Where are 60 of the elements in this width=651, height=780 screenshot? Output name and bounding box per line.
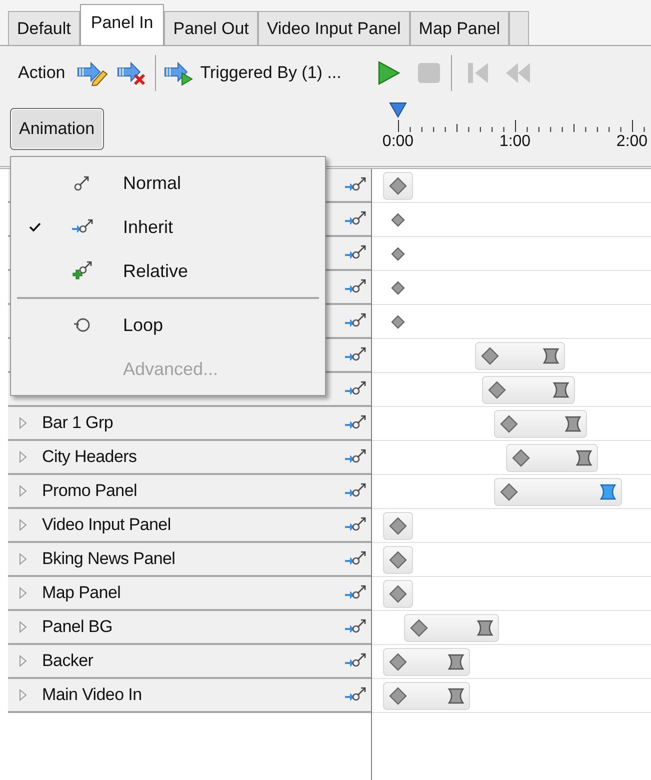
keyframe-bar[interactable]: [383, 172, 413, 200]
keyframe-icon[interactable]: [480, 347, 499, 365]
keyframe-bar[interactable]: [383, 512, 413, 540]
keyframe-icon[interactable]: [410, 619, 428, 637]
keyframe-bar[interactable]: [494, 410, 587, 438]
keyframe-icon[interactable]: [391, 281, 405, 295]
keyframe-bar[interactable]: [383, 682, 470, 710]
keyframe-icon[interactable]: [488, 381, 506, 399]
trigger-button[interactable]: Triggered By (1) ...: [164, 60, 342, 86]
tab[interactable]: Panel In: [80, 4, 164, 45]
keyframe-bar[interactable]: [474, 342, 566, 370]
hourglass-icon[interactable]: [575, 450, 594, 466]
keyframe-icon[interactable]: [391, 247, 405, 261]
keyframe-icon[interactable]: [389, 687, 407, 705]
hourglass-icon[interactable]: [598, 484, 617, 500]
plus-mode-icon: [72, 261, 94, 281]
keyframe-icon[interactable]: [512, 449, 530, 467]
keyframe-bar[interactable]: [482, 376, 575, 404]
tab[interactable]: Video Input Panel: [258, 11, 410, 45]
keyframe-icon[interactable]: [389, 585, 407, 603]
keyframe-bar[interactable]: [494, 478, 622, 506]
layer-name[interactable]: Bar 1 Grp: [42, 410, 113, 436]
keyframe-bar[interactable]: [383, 580, 413, 608]
hourglass-icon[interactable]: [446, 688, 465, 704]
keyframe-bar[interactable]: [383, 546, 413, 574]
keyframe-icon[interactable]: [389, 517, 407, 535]
hourglass-icon[interactable]: [552, 382, 570, 398]
animation-button[interactable]: Animation: [10, 108, 104, 150]
menu-item[interactable]: Inherit: [11, 205, 325, 249]
tab[interactable]: Map Panel: [410, 11, 510, 45]
keyframe-icon[interactable]: [389, 653, 407, 671]
keyframe-icon[interactable]: [500, 483, 518, 501]
time-label: 1:00: [498, 132, 532, 152]
delete-action-icon[interactable]: [117, 60, 148, 86]
edit-action-icon[interactable]: [77, 60, 110, 86]
hourglass-icon[interactable]: [476, 620, 494, 636]
keyframe-icon[interactable]: [389, 551, 407, 569]
hourglass-icon[interactable]: [564, 416, 582, 432]
playhead-icon[interactable]: [389, 102, 407, 118]
check-icon: [29, 222, 41, 232]
menu-item[interactable]: Loop: [11, 303, 325, 347]
layer-name[interactable]: Map Panel: [42, 580, 121, 606]
keyframe-bar[interactable]: [506, 444, 598, 472]
layer-name[interactable]: Panel BG: [42, 614, 112, 640]
menu-item[interactable]: Normal: [11, 161, 325, 205]
keyframe-bar[interactable]: [383, 648, 470, 676]
tab[interactable]: Default: [8, 11, 80, 45]
keyframe-bar[interactable]: [404, 614, 499, 642]
hourglass-icon[interactable]: [446, 654, 465, 670]
keyframe-icon[interactable]: [389, 177, 407, 195]
keyframe-icon[interactable]: [391, 315, 405, 329]
keyframe-icon[interactable]: [391, 213, 405, 227]
time-label: 0:00: [381, 132, 415, 152]
tab[interactable]: Panel Out: [164, 11, 258, 45]
hourglass-icon[interactable]: [542, 348, 560, 364]
time-label: 2:00: [615, 132, 649, 152]
keyframe-icon[interactable]: [500, 415, 518, 433]
action-label: Action: [18, 62, 66, 84]
menu-item[interactable]: Relative: [11, 249, 325, 293]
layer-name[interactable]: Backer: [42, 648, 94, 674]
